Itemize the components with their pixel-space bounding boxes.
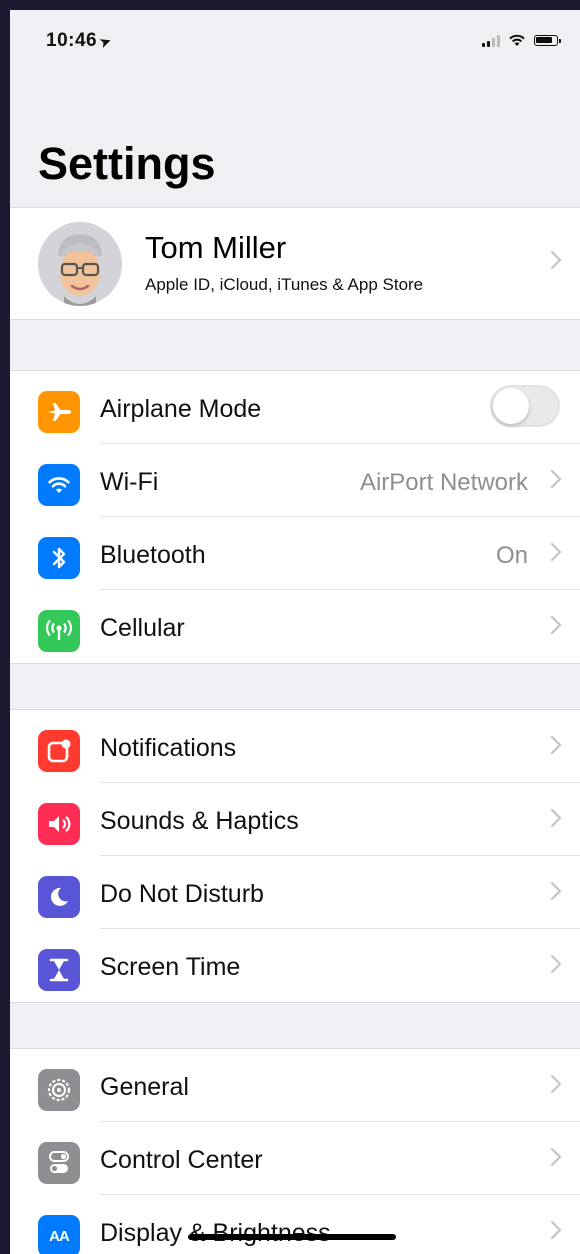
notifications-group: Notifications Sounds & Haptics Do Not Di…	[10, 709, 580, 1003]
row-label: Screen Time	[100, 953, 241, 981]
general-group: General Control Center AA Display & Brig…	[10, 1048, 580, 1254]
chevron-right-icon	[550, 615, 562, 635]
settings-row-airplane-mode[interactable]: Airplane Mode	[10, 371, 580, 444]
row-label: Do Not Disturb	[100, 880, 264, 908]
switches-icon	[38, 1142, 80, 1184]
chevron-right-icon	[550, 1220, 562, 1240]
row-label: Airplane Mode	[100, 395, 262, 423]
settings-row-general[interactable]: General	[10, 1049, 580, 1122]
location-arrow-icon: ➤	[97, 32, 114, 51]
text-size-icon: AA	[38, 1215, 80, 1254]
memoji-avatar	[38, 222, 122, 306]
chevron-right-icon	[550, 881, 562, 901]
battery-icon	[534, 35, 561, 46]
speaker-icon	[38, 803, 80, 845]
chevron-right-icon	[550, 542, 562, 562]
settings-screen: 10:46➤ Settings Tom Miller Apple ID, iCl…	[10, 10, 580, 1254]
airplane-icon	[38, 391, 80, 433]
row-label: Bluetooth	[100, 541, 206, 569]
row-label: Sounds & Haptics	[100, 807, 299, 835]
status-icons	[482, 34, 561, 47]
notifications-icon	[38, 730, 80, 772]
row-value: AirPort Network	[359, 469, 528, 496]
chevron-right-icon	[550, 954, 562, 974]
chevron-right-icon	[550, 1074, 562, 1094]
row-label: Cellular	[100, 614, 185, 642]
moon-icon	[38, 876, 80, 918]
apple-id-row[interactable]: Tom Miller Apple ID, iCloud, iTunes & Ap…	[10, 207, 580, 320]
row-value: On	[495, 542, 528, 569]
gear-icon	[38, 1069, 80, 1111]
cellular-antenna-icon	[38, 610, 80, 652]
chevron-right-icon	[550, 1147, 562, 1167]
row-label: General	[100, 1073, 189, 1101]
chevron-right-icon	[550, 250, 562, 270]
settings-row-notifications[interactable]: Notifications	[10, 710, 580, 783]
text-size-glyph: AA	[49, 1227, 70, 1245]
settings-row-do-not-disturb[interactable]: Do Not Disturb	[10, 856, 580, 929]
airplane-mode-toggle[interactable]	[490, 385, 560, 427]
settings-row-control-center[interactable]: Control Center	[10, 1122, 580, 1195]
settings-row-bluetooth[interactable]: Bluetooth On	[10, 517, 580, 590]
settings-row-display-brightness[interactable]: AA Display & Brightness	[10, 1195, 580, 1254]
cellular-signal-icon	[482, 34, 500, 47]
page-title: Settings	[38, 138, 216, 189]
row-label: Control Center	[100, 1146, 263, 1174]
status-bar: 10:46➤	[10, 10, 580, 70]
row-label: Notifications	[100, 734, 237, 762]
home-indicator[interactable]	[188, 1234, 396, 1240]
profile-subtitle: Apple ID, iCloud, iTunes & App Store	[145, 275, 424, 294]
row-label: Wi-Fi	[100, 468, 159, 496]
profile-name: Tom Miller	[145, 230, 287, 265]
chevron-right-icon	[550, 808, 562, 828]
hourglass-icon	[38, 949, 80, 991]
status-time: 10:46➤	[46, 30, 114, 51]
wifi-icon	[38, 464, 80, 506]
bluetooth-icon	[38, 537, 80, 579]
settings-row-cellular[interactable]: Cellular	[10, 590, 580, 663]
wifi-icon	[509, 34, 525, 46]
settings-row-sounds-haptics[interactable]: Sounds & Haptics	[10, 783, 580, 856]
connectivity-group: Airplane Mode Wi-Fi AirPort Network Blue…	[10, 370, 580, 664]
chevron-right-icon	[550, 469, 562, 489]
settings-row-screen-time[interactable]: Screen Time	[10, 929, 580, 1002]
settings-row-wifi[interactable]: Wi-Fi AirPort Network	[10, 444, 580, 517]
chevron-right-icon	[550, 735, 562, 755]
